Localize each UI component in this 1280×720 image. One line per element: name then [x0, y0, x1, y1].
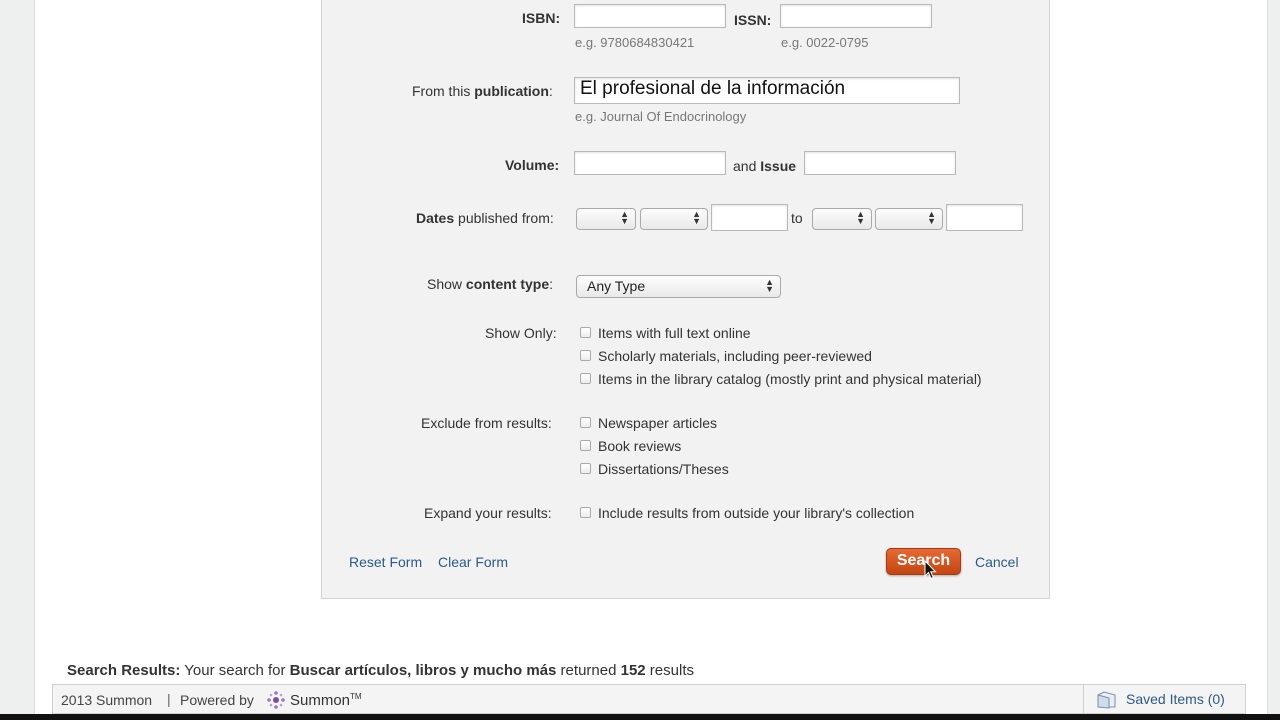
select-arrow-icon: ▲ ▼ [927, 209, 936, 226]
publication-hint: e.g. Journal Of Endocrinology [575, 109, 747, 124]
show-only-checkbox-scholarly[interactable] [580, 350, 591, 361]
show-only-option-fulltext: Items with full text online [598, 325, 751, 341]
date-from-year-input[interactable] [711, 204, 788, 231]
issue-label: and Issue [733, 158, 797, 174]
date-from-day-select[interactable]: ▲ ▼ [576, 208, 636, 230]
clear-form-link[interactable]: Clear Form [438, 554, 508, 570]
exclude-checkbox-book-reviews[interactable] [580, 440, 591, 451]
expand-label: Expand your results: [424, 505, 552, 521]
exclude-label: Exclude from results: [421, 415, 552, 431]
exclude-option-newspaper: Newspaper articles [598, 415, 718, 431]
copyright-text: 2013 Summon [61, 692, 153, 708]
select-arrow-icon: ▲ ▼ [692, 209, 701, 226]
exclude-checkbox-dissertations[interactable] [580, 463, 591, 474]
isbn-input[interactable] [574, 4, 726, 28]
isbn-label: ISBN: [522, 10, 561, 26]
powered-by-text: Powered by [180, 692, 254, 708]
cancel-link[interactable]: Cancel [975, 554, 1019, 570]
footer-separator: | [167, 691, 171, 707]
exclude-option-book-reviews: Book reviews [598, 438, 682, 454]
issn-input[interactable] [780, 4, 932, 28]
date-to-month-select[interactable]: ▲ ▼ [875, 208, 943, 230]
dates-label: Dates published from: [416, 210, 554, 226]
volume-input[interactable] [574, 151, 726, 175]
date-to-day-select[interactable]: ▲ ▼ [812, 208, 872, 230]
show-only-checkbox-fulltext[interactable] [580, 327, 591, 338]
publication-input[interactable]: El profesional de la información [574, 77, 960, 104]
date-from-month-select[interactable]: ▲ ▼ [640, 208, 708, 230]
folder-icon[interactable] [1096, 689, 1118, 709]
window-bottom-edge [0, 714, 1280, 720]
dates-to-label: to [791, 210, 803, 226]
volume-label: Volume: [505, 157, 560, 173]
footer-bar: 2013 Summon | Powered by SummonTM Saved … [52, 684, 1246, 714]
saved-items-divider [1083, 685, 1084, 713]
expand-checkbox[interactable] [580, 507, 591, 518]
show-only-checkbox-catalog[interactable] [580, 373, 591, 384]
select-arrow-icon: ▲ ▼ [765, 277, 774, 294]
exclude-option-dissertations: Dissertations/Theses [598, 461, 729, 477]
select-arrow-icon: ▲ ▼ [620, 209, 629, 226]
exclude-checkbox-newspaper[interactable] [580, 417, 591, 428]
search-results-summary: Search Results: Your search for Buscar a… [67, 662, 694, 679]
summon-brand-text: SummonTM [290, 692, 362, 709]
show-only-option-catalog: Items in the library catalog (mostly pri… [598, 371, 982, 387]
isbn-hint: e.g. 9780684830421 [575, 35, 695, 50]
mouse-cursor-icon [924, 560, 937, 580]
select-arrow-icon: ▲ ▼ [856, 209, 865, 226]
issn-label: ISSN: [734, 12, 772, 28]
show-only-label: Show Only: [485, 325, 557, 341]
expand-option: Include results from outside your librar… [598, 505, 915, 521]
publication-label: From this publication: [412, 83, 553, 99]
show-only-option-scholarly: Scholarly materials, including peer-revi… [598, 348, 872, 364]
issue-input[interactable] [804, 151, 956, 175]
summon-logo-icon [267, 691, 285, 709]
content-type-select[interactable]: Any Type ▲ ▼ [576, 275, 781, 298]
reset-form-link[interactable]: Reset Form [349, 554, 422, 570]
date-to-year-input[interactable] [946, 204, 1023, 231]
content-type-label: Show content type: [427, 276, 554, 292]
issn-hint: e.g. 0022-0795 [781, 35, 869, 50]
saved-items-link[interactable]: Saved Items (0) [1126, 691, 1225, 707]
